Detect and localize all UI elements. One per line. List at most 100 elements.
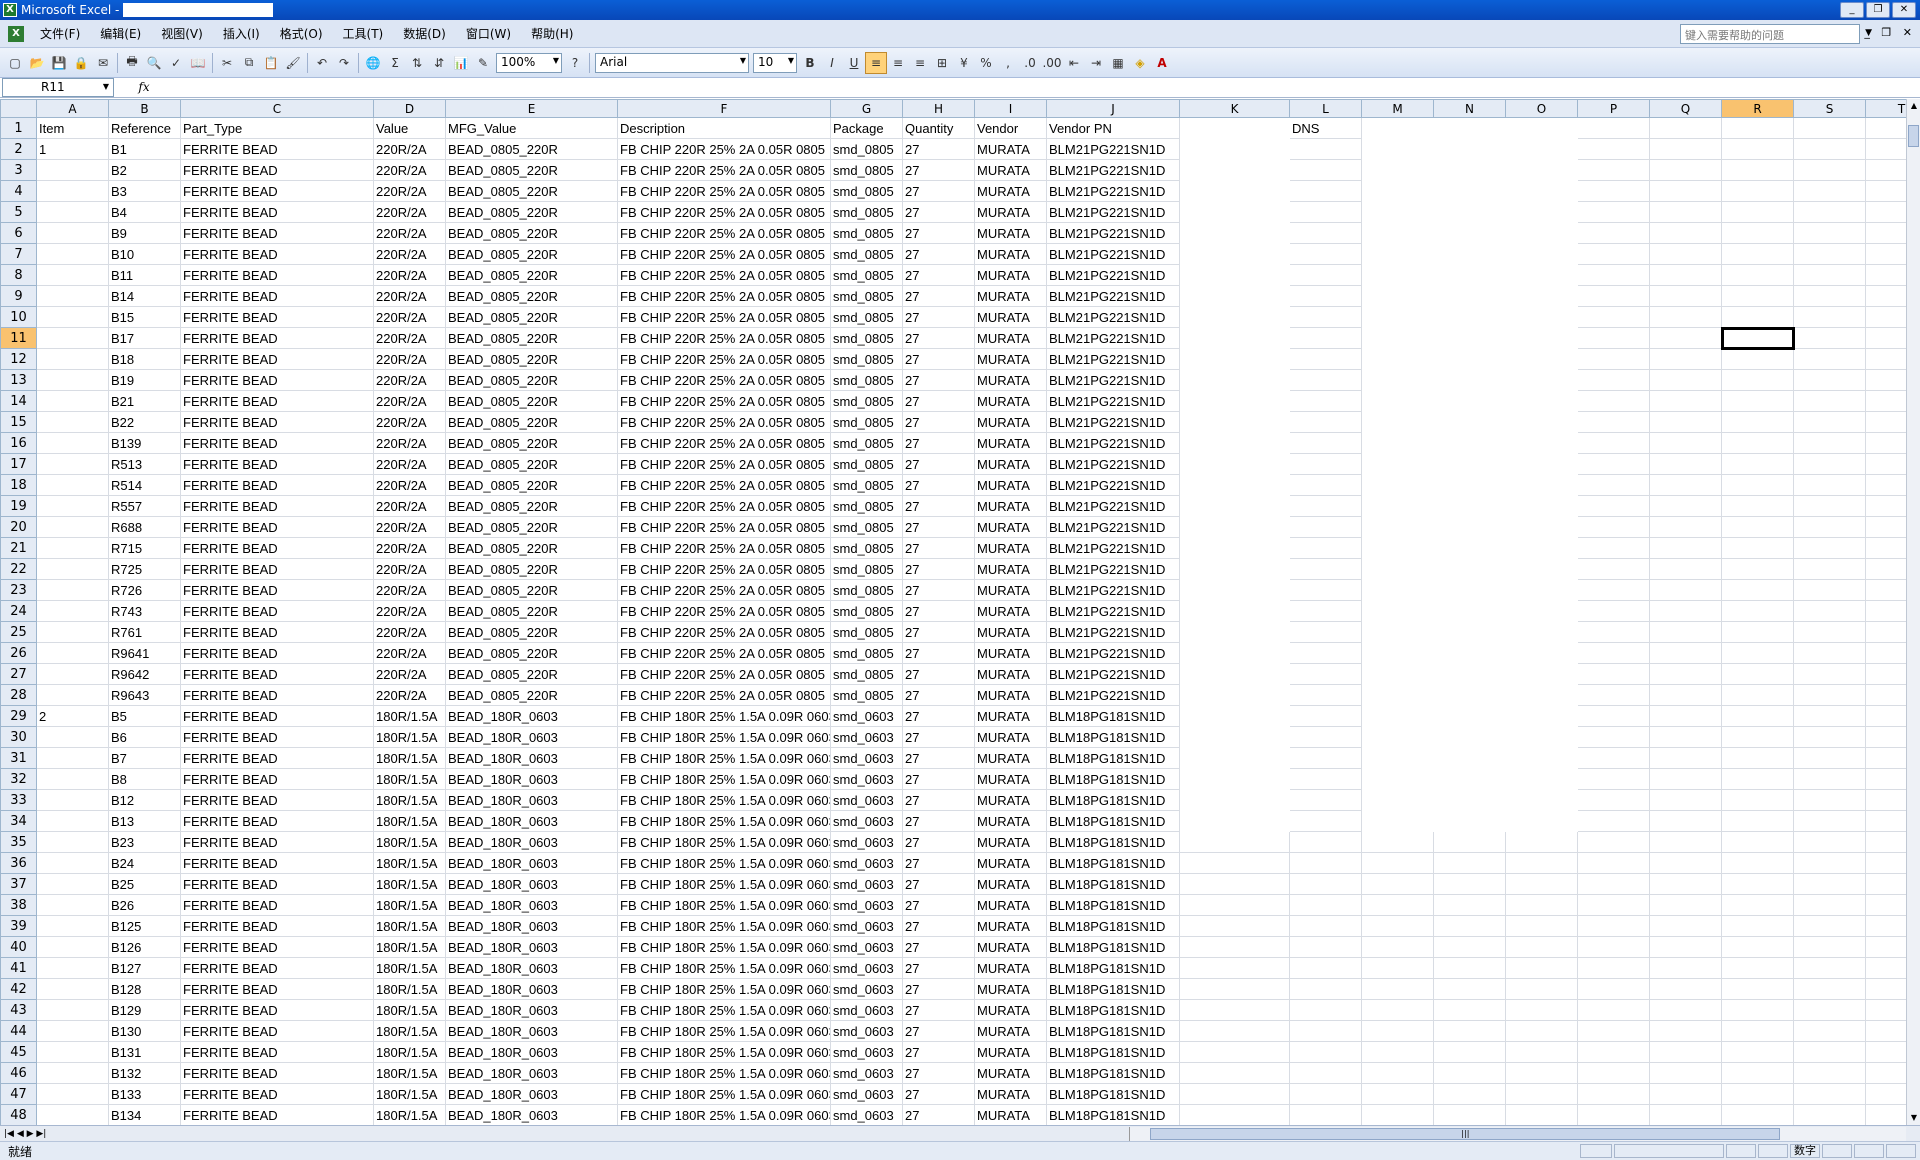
cell-h26[interactable]: 27 [902, 642, 975, 664]
cell-i14[interactable]: MURATA [974, 390, 1047, 412]
cell-k43[interactable] [1179, 999, 1290, 1021]
cell-i11[interactable]: MURATA [974, 327, 1047, 349]
cell-p30[interactable] [1577, 726, 1650, 748]
cell-r46[interactable] [1721, 1062, 1794, 1084]
cell-k15[interactable] [1179, 411, 1290, 433]
cell-m10[interactable] [1361, 306, 1434, 328]
cell-n36[interactable] [1433, 852, 1506, 874]
cell-j22[interactable]: BLM21PG221SN1D [1046, 558, 1180, 580]
cell-k27[interactable] [1179, 663, 1290, 685]
cell-l47[interactable] [1289, 1083, 1362, 1105]
cell-c12[interactable]: FERRITE BEAD [180, 348, 374, 370]
cell-q35[interactable] [1649, 831, 1722, 853]
cell-l4[interactable] [1289, 180, 1362, 202]
cell-a14[interactable] [36, 390, 109, 412]
cell-q20[interactable] [1649, 516, 1722, 538]
cell-d44[interactable]: 180R/1.5A [373, 1020, 446, 1042]
cell-n7[interactable] [1433, 243, 1506, 265]
cell-r24[interactable] [1721, 600, 1794, 622]
hyperlink-icon[interactable]: 🌐 [362, 52, 384, 74]
cell-p19[interactable] [1577, 495, 1650, 517]
row-header[interactable]: 41 [0, 957, 37, 979]
cell-r22[interactable] [1721, 558, 1794, 580]
row-header[interactable]: 25 [0, 621, 37, 643]
cell-n6[interactable] [1433, 222, 1506, 244]
column-header-n[interactable]: N [1433, 99, 1506, 118]
cell-l7[interactable] [1289, 243, 1362, 265]
cell-r45[interactable] [1721, 1041, 1794, 1063]
cell-p32[interactable] [1577, 768, 1650, 790]
cell-h22[interactable]: 27 [902, 558, 975, 580]
cell-f44[interactable]: FB CHIP 180R 25% 1.5A 0.09R 0603 [617, 1020, 831, 1042]
cell-e21[interactable]: BEAD_0805_220R [445, 537, 618, 559]
cell-n23[interactable] [1433, 579, 1506, 601]
row-header[interactable]: 39 [0, 915, 37, 937]
cell-b45[interactable]: B131 [108, 1041, 181, 1063]
row-header[interactable]: 2 [0, 138, 37, 160]
cell-p21[interactable] [1577, 537, 1650, 559]
restore-icon[interactable]: ❐ [1866, 2, 1890, 18]
row-header[interactable]: 14 [0, 390, 37, 412]
cell-r31[interactable] [1721, 747, 1794, 769]
cell-b20[interactable]: R688 [108, 516, 181, 538]
cell-p6[interactable] [1577, 222, 1650, 244]
cell-f1[interactable]: Description [617, 117, 831, 139]
cell-r9[interactable] [1721, 285, 1794, 307]
cell-o13[interactable] [1505, 369, 1578, 391]
cell-s8[interactable] [1793, 264, 1866, 286]
cell-j36[interactable]: BLM18PG181SN1D [1046, 852, 1180, 874]
cell-k40[interactable] [1179, 936, 1290, 958]
cell-f19[interactable]: FB CHIP 220R 25% 2A 0.05R 0805 [617, 495, 831, 517]
cell-f38[interactable]: FB CHIP 180R 25% 1.5A 0.09R 0603 [617, 894, 831, 916]
cell-f26[interactable]: FB CHIP 220R 25% 2A 0.05R 0805 [617, 642, 831, 664]
cell-h11[interactable]: 27 [902, 327, 975, 349]
cell-g14[interactable]: smd_0805 [830, 390, 903, 412]
cell-p18[interactable] [1577, 474, 1650, 496]
cell-i8[interactable]: MURATA [974, 264, 1047, 286]
cell-q46[interactable] [1649, 1062, 1722, 1084]
cell-d16[interactable]: 220R/2A [373, 432, 446, 454]
cell-s9[interactable] [1793, 285, 1866, 307]
cell-k47[interactable] [1179, 1083, 1290, 1105]
cell-b40[interactable]: B126 [108, 936, 181, 958]
cell-m33[interactable] [1361, 789, 1434, 811]
cell-k29[interactable] [1179, 705, 1290, 727]
cell-m13[interactable] [1361, 369, 1434, 391]
cell-f24[interactable]: FB CHIP 220R 25% 2A 0.05R 0805 [617, 600, 831, 622]
column-header-r[interactable]: R [1721, 99, 1794, 118]
cell-q17[interactable] [1649, 453, 1722, 475]
cell-g10[interactable]: smd_0805 [830, 306, 903, 328]
cell-c41[interactable]: FERRITE BEAD [180, 957, 374, 979]
cell-p16[interactable] [1577, 432, 1650, 454]
cell-j35[interactable]: BLM18PG181SN1D [1046, 831, 1180, 853]
cell-o6[interactable] [1505, 222, 1578, 244]
cell-t6[interactable] [1865, 222, 1906, 244]
column-header-g[interactable]: G [830, 99, 903, 118]
cell-s17[interactable] [1793, 453, 1866, 475]
cell-t38[interactable] [1865, 894, 1906, 916]
cell-n39[interactable] [1433, 915, 1506, 937]
cell-h43[interactable]: 27 [902, 999, 975, 1021]
cell-f32[interactable]: FB CHIP 180R 25% 1.5A 0.09R 0603 [617, 768, 831, 790]
cell-o27[interactable] [1505, 663, 1578, 685]
cell-m36[interactable] [1361, 852, 1434, 874]
cell-q47[interactable] [1649, 1083, 1722, 1105]
row-header[interactable]: 10 [0, 306, 37, 328]
cell-c33[interactable]: FERRITE BEAD [180, 789, 374, 811]
cell-q22[interactable] [1649, 558, 1722, 580]
cell-g25[interactable]: smd_0805 [830, 621, 903, 643]
row-header[interactable]: 17 [0, 453, 37, 475]
menu-view[interactable]: 视图(V) [151, 25, 213, 42]
cell-o26[interactable] [1505, 642, 1578, 664]
cell-a1[interactable]: Item [36, 117, 109, 139]
cell-j23[interactable]: BLM21PG221SN1D [1046, 579, 1180, 601]
cell-f42[interactable]: FB CHIP 180R 25% 1.5A 0.09R 0603 [617, 978, 831, 1000]
cell-j3[interactable]: BLM21PG221SN1D [1046, 159, 1180, 181]
cell-c44[interactable]: FERRITE BEAD [180, 1020, 374, 1042]
cell-c43[interactable]: FERRITE BEAD [180, 999, 374, 1021]
help-icon[interactable]: ? [564, 52, 586, 74]
cell-m28[interactable] [1361, 684, 1434, 706]
cell-l42[interactable] [1289, 978, 1362, 1000]
cell-e19[interactable]: BEAD_0805_220R [445, 495, 618, 517]
cell-i20[interactable]: MURATA [974, 516, 1047, 538]
